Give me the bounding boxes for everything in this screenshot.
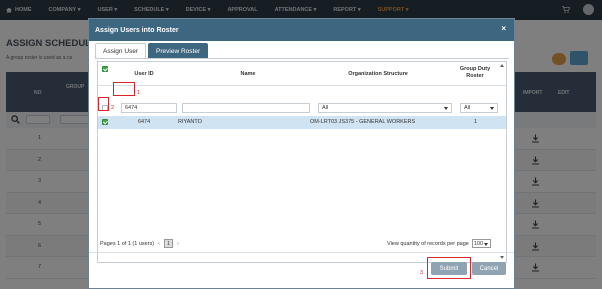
name-filter-input[interactable] [182, 103, 310, 113]
group-duty-filter-select[interactable]: All [460, 103, 498, 113]
chevron-down-icon [483, 243, 488, 246]
annotation-1: 1 [137, 90, 141, 96]
annotation-3: 3 [420, 270, 424, 276]
submit-button[interactable]: Submit [431, 262, 467, 275]
highlight-box-user-id [113, 82, 135, 96]
modal-tabs: Assign User Preview Roster [95, 43, 210, 59]
org-filter-select[interactable]: All [318, 103, 452, 113]
pager-next-icon[interactable]: › [177, 241, 179, 247]
user-id-filter-value: 6474 [125, 105, 138, 111]
annotation-2: 2 [111, 105, 115, 111]
row-user-id: 6474 [138, 119, 151, 125]
row-name: RIYANTO [178, 119, 202, 125]
users-table-header: User ID Name Organization Structure Grou… [98, 62, 506, 86]
header-user-id: User ID [134, 71, 154, 77]
chevron-down-icon [444, 107, 448, 110]
modal-footer-divider [89, 252, 514, 253]
tab-divider [95, 58, 509, 59]
row-org-structure: OM-LRT03 JS375 - GENERAL WORKERS [310, 119, 416, 125]
group-duty-filter-value: All [464, 105, 471, 111]
scroll-up-icon[interactable] [500, 64, 504, 67]
close-icon[interactable]: × [501, 25, 506, 33]
header-name: Name [240, 71, 256, 77]
records-per-page: View quantity of records per page 100 [387, 239, 491, 248]
table-row[interactable]: 6474 RIYANTO OM-LRT03 JS375 - GENERAL WO… [98, 116, 506, 129]
cancel-button[interactable]: Cancel [472, 262, 506, 275]
records-per-page-select[interactable]: 100 [471, 239, 491, 248]
pager-prev-icon[interactable]: ‹ [158, 241, 160, 247]
pager-current-page[interactable]: 1 [163, 239, 173, 248]
modal-header: Assign Users into Roster × [89, 19, 514, 41]
modal-title: Assign Users into Roster [95, 26, 179, 34]
users-table: User ID Name Organization Structure Grou… [97, 61, 507, 263]
records-per-page-value: 100 [473, 241, 484, 247]
header-org-structure: Organization Structure [348, 71, 408, 77]
select-all-checkbox[interactable] [102, 66, 108, 72]
chevron-down-icon [490, 107, 494, 110]
assign-users-modal: Assign Users into Roster × Assign User P… [88, 18, 515, 289]
row-group-duty: 1 [474, 119, 478, 125]
filter-row: 6474 All All [98, 101, 506, 115]
pager-text: Pages 1 of 1 (1 users) [100, 240, 155, 247]
highlight-box-checkbox [98, 97, 109, 111]
org-filter-value: All [322, 105, 329, 111]
tab-assign-user[interactable]: Assign User [95, 43, 147, 58]
scroll-down-icon[interactable] [500, 256, 504, 259]
header-group-duty: Group Duty Roster [459, 66, 491, 79]
pager: Pages 1 of 1 (1 users) ‹ 1 › [100, 239, 183, 248]
tab-preview-roster[interactable]: Preview Roster [148, 43, 209, 58]
user-id-filter-input[interactable]: 6474 [121, 103, 177, 113]
records-per-page-label: View quantity of records per page [387, 240, 469, 247]
row-checkbox[interactable] [102, 119, 108, 125]
